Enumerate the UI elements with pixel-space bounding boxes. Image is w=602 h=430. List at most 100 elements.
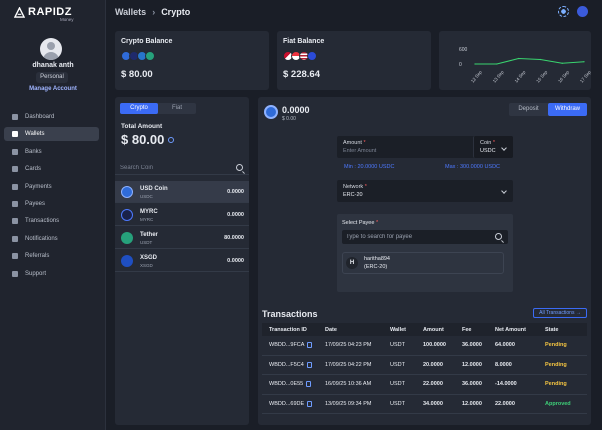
y-tick-label: 0 bbox=[459, 62, 462, 68]
table-row[interactable]: WBDD...9FCA 17/09/25 04:23 PM USDT 100.0… bbox=[262, 336, 587, 356]
select-payee-section: Select Payee * H haritha894 (ERC-20) bbox=[337, 214, 513, 292]
tether-icon bbox=[121, 232, 133, 244]
network-select[interactable]: Network * ERC-20 bbox=[337, 180, 513, 202]
manage-account-link[interactable]: Manage Account bbox=[0, 86, 106, 92]
sidebar-item-label: Referrals bbox=[25, 253, 50, 260]
refresh-icon[interactable] bbox=[168, 136, 175, 143]
total-amount: $ 80.00 bbox=[121, 132, 175, 147]
sidebar-item-dashboard[interactable]: Dashboard bbox=[4, 110, 99, 124]
user-role-badge: Personal bbox=[36, 72, 68, 83]
fiat-balance-card[interactable]: Fiat Balance $ 228.64 bbox=[277, 31, 431, 90]
sidebar-item-referrals[interactable]: Referrals bbox=[4, 249, 99, 263]
transaction-amount: 34.0000 bbox=[423, 400, 443, 407]
x-tick-label: 15 Sep bbox=[535, 69, 548, 84]
transactions-title: Transactions bbox=[262, 309, 318, 319]
data-point bbox=[518, 57, 520, 60]
theme-toggle-icon[interactable] bbox=[558, 6, 569, 17]
tab-fiat[interactable]: Fiat bbox=[158, 103, 196, 114]
payee-avatar: H bbox=[346, 257, 358, 269]
x-tick-label: 12 Sep bbox=[470, 69, 483, 84]
total-amount-label: Total Amount bbox=[121, 123, 163, 130]
all-transactions-button[interactable]: All Transactions → bbox=[533, 308, 587, 318]
coin-row-xsgd[interactable]: XSGD XSGD 0.0000 bbox=[115, 250, 249, 272]
chevron-down-icon bbox=[501, 188, 507, 194]
coin-amount: 0.0000 bbox=[227, 212, 244, 218]
coin-select[interactable]: Coin * USDC bbox=[473, 136, 513, 158]
coin-name: Tether bbox=[140, 232, 158, 238]
payee-search-input[interactable] bbox=[342, 230, 482, 244]
sidebar-item-label: Transactions bbox=[25, 218, 60, 225]
transaction-date: 17/09/25 04:22 PM bbox=[325, 361, 372, 368]
transaction-date: 17/09/25 04:23 PM bbox=[325, 342, 372, 349]
coin-amount: 0.0000 bbox=[227, 258, 244, 264]
search-icon[interactable] bbox=[236, 164, 243, 171]
transaction-wallet: USDT bbox=[390, 361, 405, 368]
series-line bbox=[475, 58, 585, 65]
x-tick-label: 13 Sep bbox=[492, 69, 505, 84]
coin-row-myrc[interactable]: MYRC MYRC 0.0000 bbox=[115, 204, 249, 226]
column-header: Amount bbox=[423, 326, 444, 333]
usdc-icon bbox=[121, 186, 133, 198]
coin-amount: 0.0000 bbox=[227, 189, 244, 195]
selected-coin-amount: 0.0000 bbox=[282, 105, 310, 115]
sidebar: RAPIDZ Money dhanak anth Personal Manage… bbox=[0, 0, 106, 430]
status-badge: Pending bbox=[545, 342, 567, 349]
sidebar-item-transactions[interactable]: Transactions bbox=[4, 214, 99, 228]
tab-crypto[interactable]: Crypto bbox=[120, 103, 158, 114]
transaction-id: WBDD...9FCA bbox=[269, 342, 305, 349]
sidebar-item-banks[interactable]: Banks bbox=[4, 145, 99, 159]
sidebar-item-notifications[interactable]: Notifications bbox=[4, 232, 99, 246]
card-icon bbox=[12, 166, 18, 173]
crypto-balance-amount: $ 80.00 bbox=[121, 69, 153, 80]
coin-name: XSGD bbox=[140, 255, 158, 261]
breadcrumb-parent[interactable]: Wallets bbox=[115, 7, 146, 17]
crypto-balance-title: Crypto Balance bbox=[121, 38, 173, 45]
table-row[interactable]: WBDD...F5C4 17/09/25 04:22 PM USDT 20.00… bbox=[262, 356, 587, 375]
search-coin-input[interactable] bbox=[120, 161, 230, 174]
data-point bbox=[539, 58, 541, 61]
copy-icon[interactable] bbox=[306, 361, 312, 368]
payees-icon bbox=[12, 200, 18, 207]
transaction-wallet: USDT bbox=[390, 342, 405, 349]
transaction-date: 13/09/25 09:34 PM bbox=[325, 400, 372, 407]
sidebar-item-payments[interactable]: Payments bbox=[4, 180, 99, 194]
deposit-tab[interactable]: Deposit bbox=[509, 103, 548, 116]
coin-row-usdc[interactable]: USD Coin USDC 0.0000 bbox=[115, 181, 249, 203]
notification-icon[interactable] bbox=[577, 6, 588, 17]
status-badge: Approved bbox=[545, 400, 571, 407]
crypto-balance-card[interactable]: Crypto Balance $ 80.00 bbox=[115, 31, 269, 90]
x-tick-label: 14 Sep bbox=[514, 69, 527, 84]
table-row[interactable]: WBDD...0E55 16/09/25 10:36 AM USDT 22.00… bbox=[262, 375, 587, 395]
fiat-balance-title: Fiat Balance bbox=[283, 38, 325, 45]
coin-symbol: MYRC bbox=[140, 217, 154, 222]
avatar[interactable] bbox=[40, 38, 62, 60]
sidebar-item-label: Wallets bbox=[25, 131, 45, 138]
coin-name: USD Coin bbox=[140, 186, 168, 192]
withdraw-tab[interactable]: Withdraw bbox=[548, 103, 587, 116]
copy-icon[interactable] bbox=[307, 400, 313, 407]
coin-symbol: XSGD bbox=[140, 263, 153, 268]
coin-label: Coin * bbox=[480, 140, 495, 146]
payee-name: haritha894 bbox=[364, 256, 390, 262]
data-point bbox=[496, 63, 498, 65]
sidebar-item-support[interactable]: Support bbox=[4, 267, 99, 281]
sidebar-item-wallets[interactable]: Wallets bbox=[4, 127, 99, 142]
sidebar-item-payees[interactable]: Payees bbox=[4, 197, 99, 211]
table-row[interactable]: WBDD...69DE 13/09/25 09:34 PM USDT 34.00… bbox=[262, 395, 587, 414]
copy-icon[interactable] bbox=[306, 381, 312, 388]
myrc-icon bbox=[121, 209, 133, 221]
crypto-fiat-toggle: Crypto Fiat bbox=[120, 103, 196, 114]
search-icon[interactable] bbox=[495, 233, 502, 240]
payee-item[interactable]: H haritha894 (ERC-20) bbox=[342, 252, 504, 274]
bank-icon bbox=[12, 148, 18, 155]
copy-icon[interactable] bbox=[307, 342, 313, 349]
usdc-icon bbox=[264, 105, 278, 119]
coin-row-tether[interactable]: Tether USDT 80.0000 bbox=[115, 227, 249, 249]
coin-symbol: USDC bbox=[140, 194, 153, 199]
transaction-id: WBDD...69DE bbox=[269, 400, 305, 407]
column-header: State bbox=[545, 326, 559, 333]
total-amount-value: $ 80.00 bbox=[121, 132, 165, 147]
select-payee-label: Select Payee * bbox=[342, 220, 379, 226]
transaction-net: 64.0000 bbox=[495, 342, 515, 349]
sidebar-item-cards[interactable]: Cards bbox=[4, 162, 99, 176]
